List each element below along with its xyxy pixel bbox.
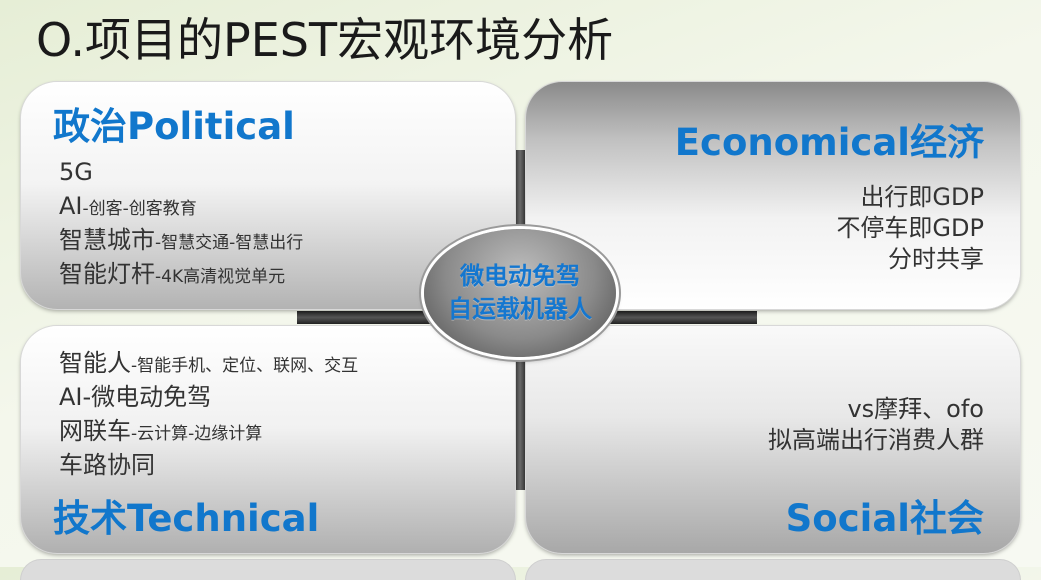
item-main: AI <box>59 192 83 220</box>
list-item: 智能人-智能手机、定位、联网、交互 <box>59 348 358 382</box>
item-sub: -云计算-边缘计算 <box>131 424 263 444</box>
center-circle: 微电动免驾 自运载机器人 <box>424 229 616 357</box>
technical-list: 智能人-智能手机、定位、联网、交互 AI-微电动免驾 网联车-云计算-边缘计算 … <box>59 348 358 484</box>
social-title: Social社会 <box>785 497 984 540</box>
list-item: 5G <box>59 157 303 191</box>
center-label-line2: 自运载机器人 <box>448 295 592 323</box>
page-title: O.项目的PEST宏观环境分析 <box>36 13 614 67</box>
center-label-line1: 微电动免驾 <box>460 262 580 290</box>
economical-title: Economical经济 <box>674 121 984 164</box>
social-panel: vs摩拜、ofo 拟高端出行消费人群 Social社会 <box>526 326 1020 553</box>
item-sub: -智能手机、定位、联网、交互 <box>131 356 359 376</box>
item-main: 网联车 <box>59 417 131 445</box>
item-main: 车路协同 <box>59 451 155 479</box>
technical-title: 技术Technical <box>53 497 320 540</box>
list-item: 出行即GDP <box>860 183 984 211</box>
list-item: AI-创客-创客教育 <box>59 191 303 225</box>
political-list: 5G AI-创客-创客教育 智慧城市-智慧交通-智慧出行 智能灯杆-4K高清视觉… <box>59 157 303 293</box>
list-item: 拟高端出行消费人群 <box>768 426 984 454</box>
list-item: 智能灯杆-4K高清视觉单元 <box>59 259 303 293</box>
list-item: 车路协同 <box>59 450 358 484</box>
social-list: vs摩拜、ofo 拟高端出行消费人群 <box>768 394 984 456</box>
item-sub: -4K高清视觉单元 <box>155 267 286 287</box>
list-item: 智慧城市-智慧交通-智慧出行 <box>59 225 303 259</box>
technical-panel: 智能人-智能手机、定位、联网、交互 AI-微电动免驾 网联车-云计算-边缘计算 … <box>21 326 515 553</box>
list-item: AI-微电动免驾 <box>59 382 358 416</box>
item-main: AI-微电动免驾 <box>59 383 212 411</box>
next-panel-edge <box>526 560 1020 580</box>
item-main: 智能人 <box>59 349 131 377</box>
item-main: 智能灯杆 <box>59 260 155 288</box>
list-item: 网联车-云计算-边缘计算 <box>59 416 358 450</box>
item-main: 5G <box>59 158 93 186</box>
item-sub: -创客-创客教育 <box>82 199 197 219</box>
list-item: 分时共享 <box>888 245 984 273</box>
economical-list: 出行即GDP 不停车即GDP 分时共享 <box>836 182 984 275</box>
next-panel-edge <box>21 560 515 580</box>
political-title: 政治Political <box>53 105 295 148</box>
list-item: 不停车即GDP <box>836 214 984 242</box>
list-item: vs摩拜、ofo <box>847 395 984 423</box>
item-main: 智慧城市 <box>59 226 155 254</box>
item-sub: -智慧交通-智慧出行 <box>155 233 304 253</box>
